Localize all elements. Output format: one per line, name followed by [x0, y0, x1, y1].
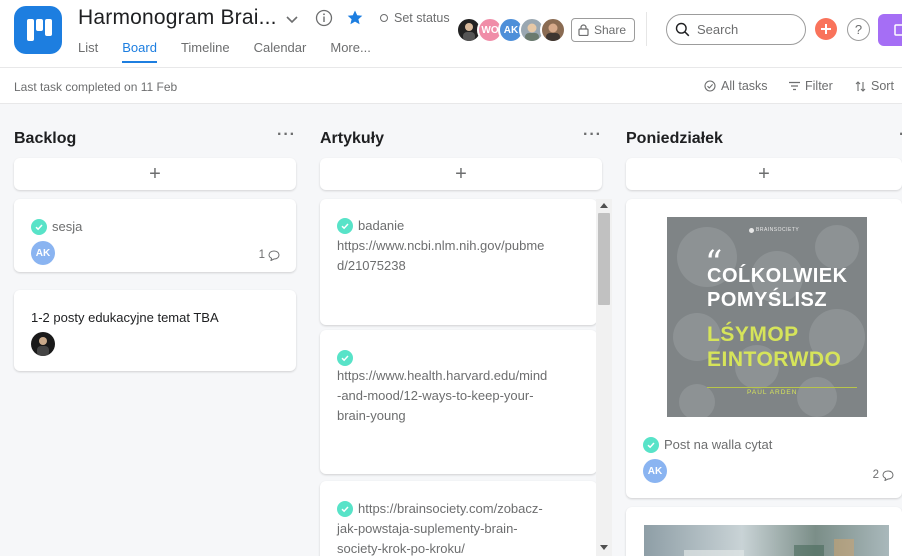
info-icon[interactable]: [314, 8, 334, 28]
help-button[interactable]: ?: [847, 18, 870, 41]
comment-count-value: 1: [258, 249, 265, 261]
add-task-button[interactable]: +: [626, 158, 902, 190]
task-title-line: society-krok-po-kroku/: [337, 541, 465, 556]
chevron-down-icon[interactable]: [283, 10, 301, 28]
cover-text-line: COĹKOLWIEK: [707, 265, 848, 287]
task-cover-image[interactable]: BRAINSOCIETY “ COĹKOLWIEK POMYŚLISZ LŚYM…: [667, 217, 867, 417]
column-title[interactable]: Backlog: [14, 130, 76, 148]
tab-board[interactable]: Board: [122, 40, 157, 63]
comment-count[interactable]: 1: [259, 249, 280, 261]
task-title: sesja: [52, 219, 83, 234]
task-cover-image[interactable]: [644, 525, 889, 556]
comment-icon: [882, 469, 894, 481]
column-more-icon[interactable]: ···: [277, 126, 296, 144]
check-circle-icon: [704, 80, 716, 92]
assignee-avatar[interactable]: AK: [643, 459, 667, 483]
all-tasks-label: All tasks: [721, 79, 768, 93]
task-card[interactable]: https://brainsociety.com/zobacz- jak-pow…: [320, 481, 597, 556]
search-input[interactable]: [697, 22, 787, 37]
lock-icon: [578, 24, 589, 36]
header-divider: [646, 12, 647, 46]
board-column-artykuly: Artykuły ··· + badanie https://www.ncbi.…: [320, 104, 604, 556]
filter-button[interactable]: Filter: [789, 79, 833, 93]
task-title: badanie: [358, 218, 405, 233]
column-title[interactable]: Artykuły: [320, 130, 384, 148]
assignee-avatar[interactable]: [31, 332, 55, 356]
filter-icon: [789, 81, 800, 91]
project-title[interactable]: Harmonogram Brai...: [78, 6, 277, 30]
task-title: 1-2 posty edukacyjne temat TBA: [31, 310, 219, 325]
upgrade-button[interactable]: [878, 14, 902, 46]
task-title-line: d/21075238: [337, 258, 406, 273]
column-scrollbar[interactable]: [596, 199, 612, 556]
board-toolbar: Last task completed on 11 Feb All tasks …: [0, 67, 902, 104]
project-header: Harmonogram Brai... Set status List Boar…: [0, 0, 902, 67]
task-title-line: brain-young: [337, 408, 406, 423]
search-box[interactable]: [666, 14, 806, 45]
task-title-line: https://www.health.harvard.edu/mind: [337, 368, 548, 383]
task-card[interactable]: badanie https://www.ncbi.nlm.nih.gov/pub…: [320, 199, 597, 325]
tab-calendar[interactable]: Calendar: [254, 40, 307, 63]
member-avatar[interactable]: [540, 17, 566, 43]
task-title-line: https://www.ncbi.nlm.nih.gov/pubme: [337, 238, 545, 253]
task-title-line: -and-mood/12-ways-to-keep-your-: [337, 388, 534, 403]
comment-count[interactable]: 2: [873, 469, 894, 481]
filter-label: Filter: [805, 79, 833, 93]
gift-icon: [894, 24, 902, 36]
cover-text-line: EINTORWDO: [707, 348, 842, 371]
sort-label: Sort: [871, 79, 894, 93]
assignee-avatar[interactable]: AK: [31, 241, 55, 265]
completed-check-icon[interactable]: [337, 218, 353, 234]
status-ring-icon: [380, 14, 388, 22]
task-card[interactable]: https://www.health.harvard.edu/mind -and…: [320, 330, 597, 474]
board-column-backlog: Backlog ··· + sesja AK 1 1-2 posty eduka…: [14, 104, 298, 556]
tab-list[interactable]: List: [78, 40, 98, 63]
quick-add-button[interactable]: [815, 18, 837, 40]
completed-check-icon[interactable]: [643, 437, 659, 453]
add-task-button[interactable]: +: [14, 158, 296, 190]
all-tasks-button[interactable]: All tasks: [704, 79, 768, 93]
task-title: https://brainsociety.com/zobacz-: [358, 501, 543, 516]
completed-check-icon[interactable]: [31, 219, 47, 235]
cover-brand: BRAINSOCIETY: [749, 227, 799, 233]
task-card[interactable]: sesja AK 1: [14, 199, 296, 272]
task-card[interactable]: BRAINSOCIETY “ COĹKOLWIEK POMYŚLISZ LŚYM…: [626, 199, 902, 498]
cover-divider: [707, 387, 857, 388]
task-card[interactable]: 1-2 posty edukacyjne temat TBA: [14, 290, 296, 371]
set-status-label: Set status: [394, 11, 450, 25]
completed-check-icon[interactable]: [337, 501, 353, 517]
plus-icon: [821, 24, 831, 34]
tab-timeline[interactable]: Timeline: [181, 40, 230, 63]
cover-author: PAUL ARDEN: [747, 389, 798, 396]
task-card[interactable]: [626, 507, 902, 556]
project-board-icon[interactable]: [14, 6, 62, 54]
cover-text-line: LŚYMOP: [707, 323, 799, 346]
last-task-status: Last task completed on 11 Feb: [14, 80, 178, 94]
member-avatars[interactable]: WO AK: [456, 17, 566, 43]
column-title[interactable]: Poniedziałek: [626, 130, 723, 148]
board-column-poniedzialek: Poniedziałek ··· + BRAINSOCIETY “ COĹKOL…: [626, 104, 902, 556]
comment-count-value: 2: [872, 469, 879, 481]
add-task-button[interactable]: +: [320, 158, 602, 190]
view-tabs: List Board Timeline Calendar More...: [78, 40, 371, 63]
star-icon[interactable]: [345, 8, 365, 28]
scroll-down-arrow-icon[interactable]: [600, 545, 608, 550]
cover-text-line: POMYŚLISZ: [707, 289, 828, 311]
task-title-line: jak-powstaja-suplementy-brain-: [337, 521, 518, 536]
share-label: Share: [594, 23, 627, 37]
scroll-up-arrow-icon[interactable]: [600, 203, 608, 208]
column-more-icon[interactable]: ···: [583, 126, 602, 144]
sort-button[interactable]: Sort: [855, 79, 894, 93]
set-status-button[interactable]: Set status: [380, 11, 450, 25]
comment-icon: [268, 249, 280, 261]
search-icon: [675, 22, 690, 37]
tab-more[interactable]: More...: [330, 40, 370, 63]
task-title: Post na walla cytat: [664, 437, 773, 452]
completed-check-icon[interactable]: [337, 350, 353, 366]
scrollbar-thumb[interactable]: [598, 213, 610, 305]
share-button[interactable]: Share: [571, 18, 636, 42]
sort-icon: [855, 80, 866, 92]
